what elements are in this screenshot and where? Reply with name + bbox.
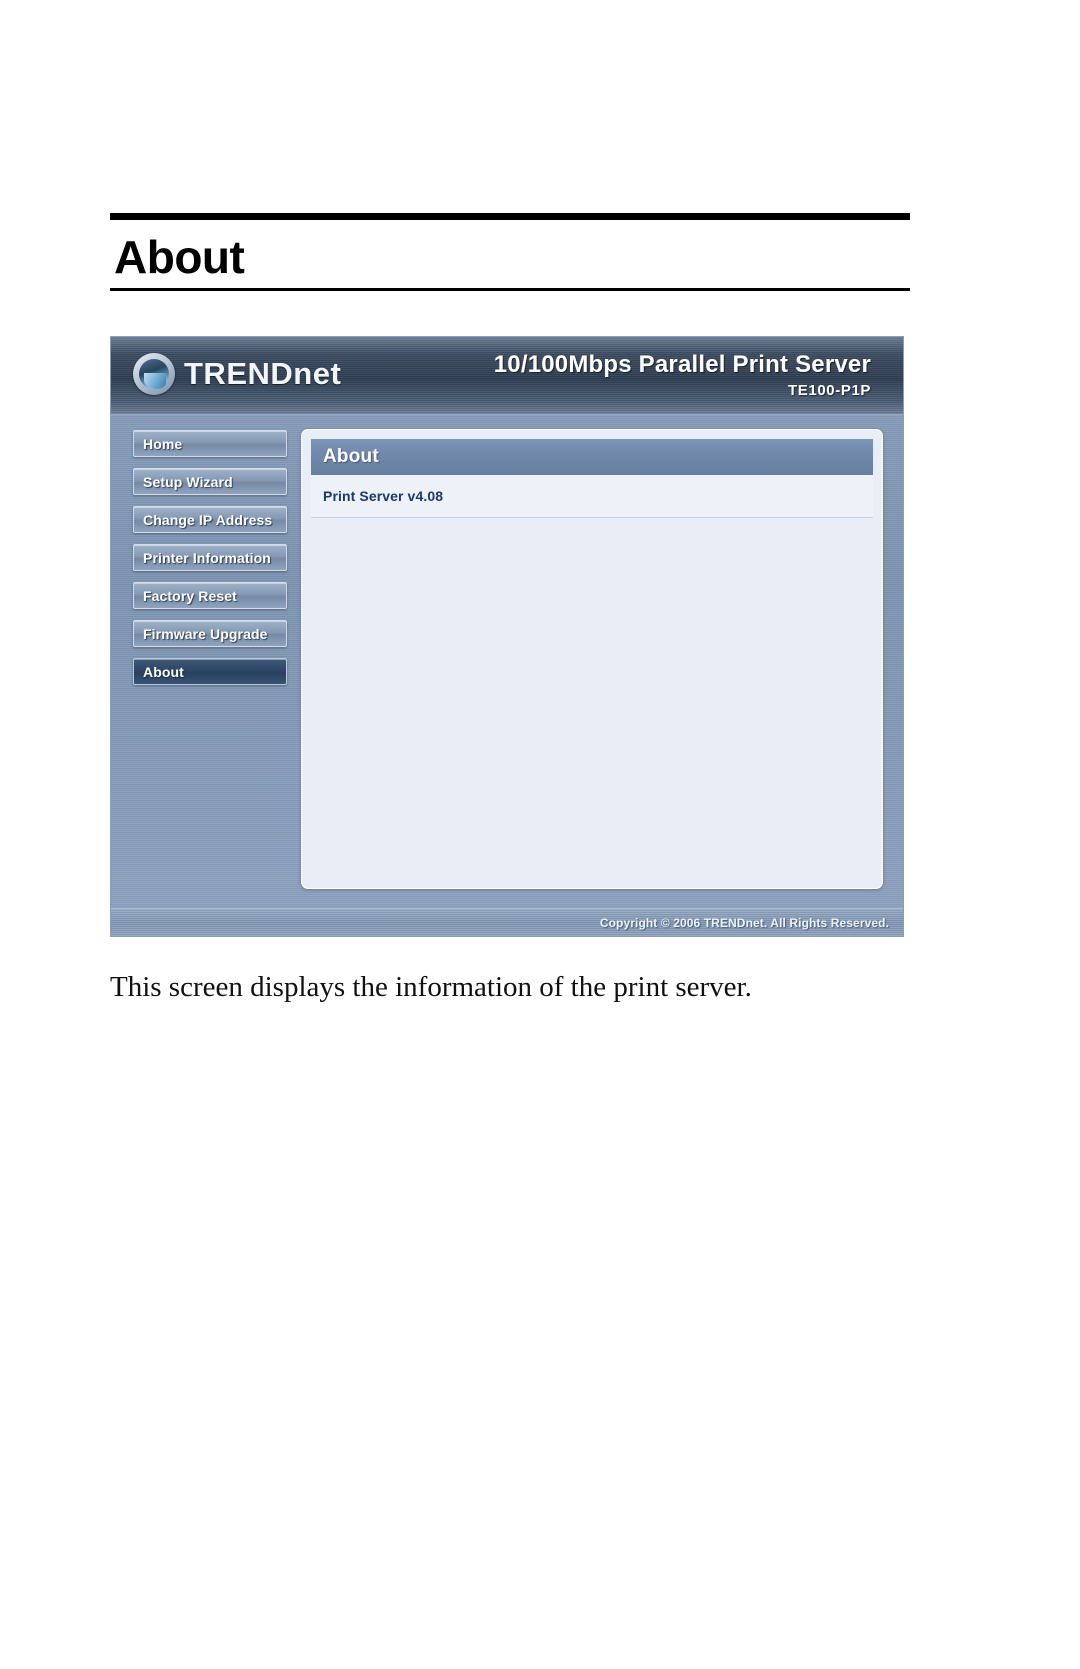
product-model: TE100-P1P: [788, 382, 871, 399]
about-panel-inner: About Print Server v4.08: [311, 439, 873, 879]
page-caption: This screen displays the information of …: [110, 971, 752, 1003]
brand-logo: TRENDnet: [133, 353, 341, 395]
sidebar-item-home[interactable]: Home: [133, 430, 287, 457]
device-ui-body: Home Setup Wizard Change IP Address Prin…: [111, 415, 903, 908]
sidebar-item-label: Change IP Address: [143, 511, 273, 528]
sidebar-item-label: Setup Wizard: [143, 473, 233, 490]
copyright-text: Copyright © 2006 TRENDnet. All Rights Re…: [599, 916, 889, 930]
sidebar-item-factory-reset[interactable]: Factory Reset: [133, 582, 287, 609]
firmware-version-value: Print Server v4.08: [323, 488, 444, 504]
device-ui-footer: Copyright © 2006 TRENDnet. All Rights Re…: [111, 908, 903, 936]
sidebar-item-setup-wizard[interactable]: Setup Wizard: [133, 468, 287, 495]
sidebar-item-printer-information[interactable]: Printer Information: [133, 544, 287, 571]
page-title: About: [114, 231, 245, 283]
trendnet-globe-icon: [133, 353, 175, 395]
embedded-screenshot: TRENDnet 10/100Mbps Parallel Print Serve…: [110, 336, 904, 937]
product-identity: 10/100Mbps Parallel Print Server TE100-P…: [494, 351, 871, 401]
sidebar-item-about[interactable]: About: [133, 658, 287, 685]
sidebar-item-change-ip-address[interactable]: Change IP Address: [133, 506, 287, 533]
panel-title-bar: About: [311, 439, 873, 475]
sidebar-item-label: Printer Information: [143, 549, 271, 566]
device-ui-header: TRENDnet 10/100Mbps Parallel Print Serve…: [111, 337, 903, 415]
document-page: About TRENDnet 10/100Mbps Parallel Print…: [0, 0, 1080, 1669]
heading-rule-top: [110, 213, 910, 220]
product-name: 10/100Mbps Parallel Print Server: [493, 351, 871, 378]
sidebar-item-label: About: [143, 663, 184, 680]
panel-empty-space: [311, 518, 873, 850]
panel-title-text: About: [323, 446, 379, 467]
about-panel: About Print Server v4.08: [301, 429, 883, 889]
sidebar-item-label: Factory Reset: [143, 587, 237, 604]
sidebar-item-label: Home: [143, 435, 183, 452]
content-area: About Print Server v4.08: [301, 415, 903, 908]
section-heading-block: About: [110, 213, 910, 291]
firmware-version-row: Print Server v4.08: [311, 475, 873, 518]
heading-rule-bottom: [110, 288, 910, 291]
sidebar-item-label: Firmware Upgrade: [143, 625, 268, 642]
sidebar-item-firmware-upgrade[interactable]: Firmware Upgrade: [133, 620, 287, 647]
brand-name: TRENDnet: [184, 356, 342, 391]
sidebar-nav: Home Setup Wizard Change IP Address Prin…: [111, 415, 301, 908]
